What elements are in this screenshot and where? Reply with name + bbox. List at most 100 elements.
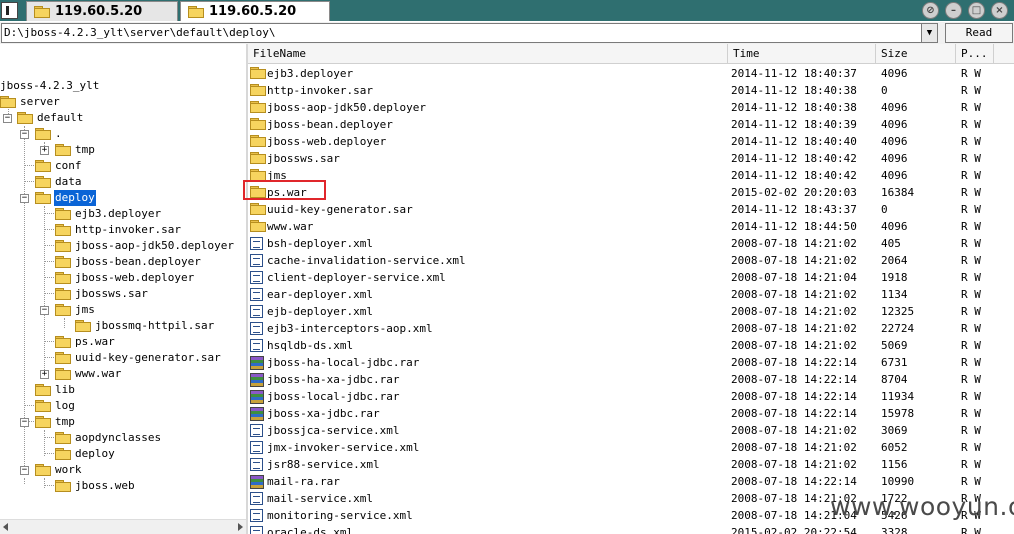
file-name: www.war [267,220,314,233]
disable-icon[interactable]: ⊘ [922,2,939,19]
table-row[interactable]: hsqldb-ds.xml 2008-07-18 14:21:02 5069 R W [248,337,1014,354]
tree-node-label: deploy [54,190,96,206]
table-row[interactable]: cache-invalidation-service.xml 2008-07-18… [248,252,1014,269]
tree-node-label: http-invoker.sar [75,223,181,236]
tree-connector [44,357,54,358]
file-size: 22724 [881,322,915,335]
tree-connector [44,293,54,294]
tab-session-1[interactable]: 119.60.5.20 [26,1,178,21]
scroll-right-icon[interactable] [238,523,243,531]
expand-icon[interactable]: + [40,146,49,155]
maximize-icon[interactable]: □ [968,2,985,19]
column-header-time[interactable]: Time [728,44,876,64]
file-time: 2008-07-18 14:21:02 [731,288,857,301]
row-icon-cell [250,303,266,320]
folder-icon [55,368,71,380]
file-size: 1156 [881,458,908,471]
tree-node-label: aopdynclasses [75,431,162,444]
collapse-icon[interactable]: − [20,194,29,203]
row-icon-cell [250,201,266,218]
table-row[interactable]: uuid-key-generator.sar 2014-11-12 18:43:3… [248,201,1014,218]
row-icon-cell [250,388,266,405]
table-row[interactable]: oracle-ds.xml 2015-02-02 20:22:54 3328 R W [248,524,1014,534]
column-header-size[interactable]: Size [876,44,956,64]
file-size: 4096 [881,220,908,233]
tab-label: 119.60.5.20 [209,4,297,19]
row-icon-cell [250,150,266,167]
table-row[interactable]: jboss-local-jdbc.rar 2008-07-18 14:22:14 1… [248,388,1014,405]
table-row[interactable]: jboss-ha-xa-jdbc.rar 2008-07-18 14:22:14 8… [248,371,1014,388]
table-row[interactable]: jbossjca-service.xml 2008-07-18 14:21:02 3… [248,422,1014,439]
expand-icon[interactable]: + [40,370,49,379]
tree-connector [44,261,54,262]
table-row[interactable]: jmx-invoker-service.xml 2008-07-18 14:21:… [248,439,1014,456]
file-permission: R W [961,441,981,454]
table-row[interactable]: www.war 2014-11-12 18:44:50 4096 R W [248,218,1014,235]
tree-connector [44,341,54,342]
tree-connector [24,405,34,406]
path-input[interactable]: D:\jboss-4.2.3_ylt\server\default\deploy… [1,23,922,43]
file-size: 4096 [881,169,908,182]
collapse-icon[interactable]: − [20,130,29,139]
rar-archive-icon [250,475,264,489]
rar-archive-icon [250,407,264,421]
collapse-icon[interactable]: − [20,418,29,427]
column-header-permission[interactable]: P... [956,44,994,64]
table-row[interactable]: ejb3-interceptors-aop.xml 2008-07-18 14:2… [248,320,1014,337]
folder-icon [250,67,266,79]
xml-file-icon [250,322,263,335]
app-menu-icon[interactable] [1,2,18,19]
folder-icon [35,384,51,396]
file-permission: R W [961,339,981,352]
scroll-left-icon[interactable] [3,523,8,531]
file-size: 15978 [881,407,915,420]
collapse-icon[interactable]: − [40,306,49,315]
column-header-filename[interactable]: FileName [248,44,728,64]
tree-node-label: lib [55,383,75,396]
folder-icon [35,160,51,172]
file-name: jsr88-service.xml [267,458,380,471]
folder-icon [188,6,204,18]
table-row[interactable]: ejb3.deployer 2014-11-12 18:40:37 4096 R W [248,65,1014,82]
tree-horizontal-scrollbar[interactable] [0,519,246,534]
tree-node-label: server [20,95,60,108]
table-row[interactable]: bsh-deployer.xml 2008-07-18 14:21:02 405 R … [248,235,1014,252]
table-row[interactable]: ear-deployer.xml 2008-07-18 14:21:02 1134 R… [248,286,1014,303]
table-row[interactable]: client-deployer-service.xml 2008-07-18 14… [248,269,1014,286]
table-row[interactable]: jsr88-service.xml 2008-07-18 14:21:02 1156… [248,456,1014,473]
file-name: ejb-deployer.xml [267,305,373,318]
table-row[interactable]: mail-ra.rar 2008-07-18 14:22:14 10990 R W [248,473,1014,490]
file-name: jboss-local-jdbc.rar [267,390,400,403]
file-permission: R W [961,237,981,250]
path-dropdown-button[interactable]: ▼ [921,23,938,43]
folder-icon [55,256,71,268]
file-size: 12325 [881,305,915,318]
file-permission: R W [961,475,981,488]
close-icon[interactable]: × [991,2,1008,19]
tree-node[interactable]: jboss-4.2.3_ylt [0,78,99,94]
table-row[interactable]: jms 2014-11-12 18:40:42 4096 R W [248,167,1014,184]
table-row[interactable]: http-invoker.sar 2014-11-12 18:40:38 0 R W [248,82,1014,99]
tree-node-label: tmp [75,143,95,156]
table-row[interactable]: ejb-deployer.xml 2008-07-18 14:21:02 12325… [248,303,1014,320]
table-row[interactable]: jboss-web.deployer 2014-11-12 18:40:40 409… [248,133,1014,150]
file-size: 4096 [881,135,908,148]
tab-session-2[interactable]: 119.60.5.20 [180,1,330,21]
folder-icon [35,416,51,428]
table-row[interactable]: jboss-ha-local-jdbc.rar 2008-07-18 14:22:… [248,354,1014,371]
table-row[interactable]: jboss-xa-jdbc.rar 2008-07-18 14:22:14 1597… [248,405,1014,422]
collapse-icon[interactable]: − [3,114,12,123]
file-time: 2008-07-18 14:21:02 [731,237,857,250]
table-row[interactable]: ps.war 2015-02-02 20:20:03 16384 R W [248,184,1014,201]
table-row[interactable]: jboss-aop-jdk50.deployer 2014-11-12 18:40… [248,99,1014,116]
file-size: 3069 [881,424,908,437]
collapse-icon[interactable]: − [20,466,29,475]
tree-node-label: ejb3.deployer [75,207,162,220]
tree-node-label: work [55,463,82,476]
table-row[interactable]: jbossws.sar 2014-11-12 18:40:42 4096 R W [248,150,1014,167]
file-permission: R W [961,118,981,131]
table-row[interactable]: jboss-bean.deployer 2014-11-12 18:40:39 40… [248,116,1014,133]
xml-file-icon [250,526,263,534]
minimize-icon[interactable]: – [945,2,962,19]
read-button[interactable]: Read [945,23,1013,43]
